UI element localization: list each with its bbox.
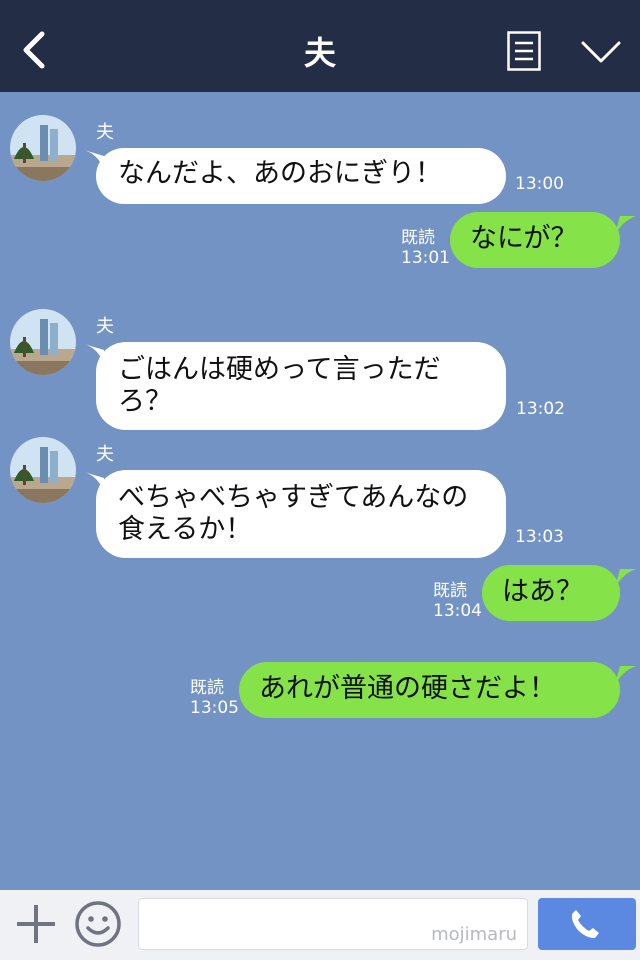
phone-icon bbox=[571, 910, 599, 938]
message-input[interactable]: mojimaru bbox=[138, 898, 528, 950]
menu-list-icon[interactable] bbox=[507, 31, 541, 71]
read-receipt: 既読 13:04 bbox=[433, 581, 482, 621]
avatar[interactable] bbox=[10, 437, 76, 503]
message-time: 13:03 bbox=[515, 527, 564, 547]
message-bubble[interactable]: なにが？ bbox=[450, 212, 620, 268]
message-time: 13:01 bbox=[401, 248, 450, 268]
message-bubble[interactable]: はあ？ bbox=[482, 565, 620, 621]
sender-name: 夫 bbox=[96, 444, 114, 465]
chat-area[interactable]: 夫 なんだよ、あのおにぎり！ 13:00 既読 13:01 なにが？ 夫 ごはん… bbox=[0, 92, 640, 890]
sender-name: 夫 bbox=[96, 122, 114, 143]
read-label: 既読 bbox=[401, 228, 435, 248]
read-label: 既読 bbox=[190, 678, 224, 698]
message-bubble[interactable]: ごはんは硬めって言っただろ？ bbox=[96, 342, 506, 430]
message-bubble[interactable]: べちゃべちゃすぎてあんなの食えるか！ bbox=[96, 470, 506, 558]
chat-header: 夫 bbox=[0, 0, 640, 92]
message-time: 13:05 bbox=[190, 698, 239, 718]
message-bubble[interactable]: なんだよ、あのおにぎり！ bbox=[96, 148, 506, 204]
sender-name: 夫 bbox=[96, 316, 114, 337]
avatar-photo-icon bbox=[10, 309, 76, 375]
bubble-tail bbox=[614, 666, 636, 688]
message-time: 13:02 bbox=[516, 399, 565, 419]
chevron-down-icon[interactable] bbox=[580, 38, 622, 66]
read-receipt: 既読 13:05 bbox=[190, 678, 239, 718]
read-receipt: 既読 13:01 bbox=[401, 228, 450, 268]
avatar-photo-icon bbox=[10, 115, 76, 181]
watermark: mojimaru bbox=[431, 924, 517, 945]
message-bubble[interactable]: あれが普通の硬さだよ！ bbox=[239, 662, 620, 718]
plus-icon[interactable] bbox=[14, 902, 58, 946]
message-time: 13:04 bbox=[433, 601, 482, 621]
avatar[interactable] bbox=[10, 309, 76, 375]
bubble-tail bbox=[614, 216, 636, 238]
avatar[interactable] bbox=[10, 115, 76, 181]
emoji-icon[interactable] bbox=[74, 900, 122, 948]
avatar-photo-icon bbox=[10, 437, 76, 503]
read-label: 既読 bbox=[433, 581, 467, 601]
bubble-tail bbox=[614, 569, 636, 591]
message-time: 13:00 bbox=[515, 174, 564, 194]
call-button[interactable] bbox=[538, 898, 636, 950]
chat-title: 夫 bbox=[303, 34, 336, 72]
